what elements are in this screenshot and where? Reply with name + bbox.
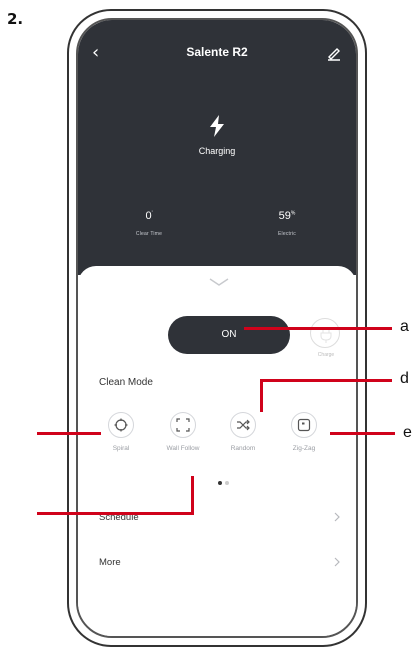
random-mode-button[interactable] xyxy=(230,412,256,438)
zigzag-icon xyxy=(297,418,311,432)
mode-label: Random xyxy=(230,445,256,452)
device-status-panel: ‹ Salente R2 Charging 0' Clear Time 59% … xyxy=(78,20,356,275)
wall-follow-icon xyxy=(176,418,190,432)
charge-button-label: Charge xyxy=(317,352,335,358)
callout-label-d: d xyxy=(400,370,409,387)
page-dot[interactable] xyxy=(225,481,229,485)
mode-label: Wall Follow xyxy=(166,445,200,452)
more-label: More xyxy=(99,557,121,568)
zigzag-mode-button[interactable] xyxy=(291,412,317,438)
mode-wall-follow[interactable]: Wall Follow xyxy=(153,412,213,452)
page-dot-active[interactable] xyxy=(218,481,222,485)
power-on-button[interactable]: ON xyxy=(168,316,290,354)
page-indicator xyxy=(218,472,232,490)
page-title: Salente R2 xyxy=(186,45,248,59)
callout-line-wall-horizontal xyxy=(37,512,194,515)
edit-pencil-icon[interactable] xyxy=(326,45,342,61)
charging-status: Charging xyxy=(198,146,236,156)
lightning-bolt-icon xyxy=(210,115,224,137)
top-bar: ‹ Salente R2 xyxy=(78,42,356,66)
callout-line-wall-vertical xyxy=(191,476,194,515)
callout-line-spiral xyxy=(37,432,101,435)
clear-time-label: Clear Time xyxy=(135,231,163,237)
mode-random[interactable]: Random xyxy=(213,412,273,452)
schedule-row[interactable]: Schedule xyxy=(99,512,340,532)
plug-icon xyxy=(320,328,332,343)
control-sheet: ON Charge Clean Mode Spiral Wall Follow … xyxy=(78,266,356,636)
spiral-icon xyxy=(114,418,128,432)
spiral-mode-button[interactable] xyxy=(108,412,134,438)
chevron-right-icon xyxy=(334,512,340,522)
mode-label: Spiral xyxy=(112,445,130,452)
more-row[interactable]: More xyxy=(99,557,340,577)
callout-line-a xyxy=(244,327,392,330)
electric-label: Electric xyxy=(278,231,296,237)
step-number: 2. xyxy=(7,10,24,28)
callout-label-e: e xyxy=(403,424,412,441)
callout-label-a: a xyxy=(400,318,409,335)
mode-label: Zig-Zag xyxy=(292,445,316,452)
mode-zigzag[interactable]: Zig-Zag xyxy=(274,412,334,452)
clear-time-unit: ' xyxy=(151,210,153,217)
electric-stat: 59% Electric xyxy=(252,210,322,237)
charge-button[interactable] xyxy=(310,318,340,348)
callout-line-d-horizontal xyxy=(260,379,392,382)
random-icon xyxy=(237,419,250,431)
electric-unit: % xyxy=(290,210,296,217)
clean-mode-heading: Clean Mode xyxy=(99,377,153,388)
chevron-right-icon xyxy=(334,557,340,567)
electric-value: 59 xyxy=(278,210,291,222)
callout-line-e xyxy=(330,432,395,435)
wall-follow-mode-button[interactable] xyxy=(170,412,196,438)
chevron-down-icon[interactable] xyxy=(209,278,229,286)
callout-line-d-vertical xyxy=(260,379,263,412)
clear-time-stat: 0' Clear Time xyxy=(114,210,184,237)
